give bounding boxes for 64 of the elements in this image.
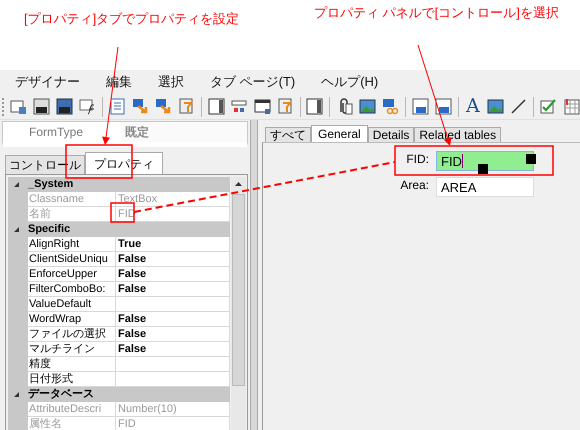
tree-icon[interactable] xyxy=(230,98,248,115)
property-value[interactable]: False xyxy=(116,327,230,342)
database-icon[interactable] xyxy=(33,98,50,115)
table-icon[interactable] xyxy=(563,98,580,115)
resize-handle[interactable] xyxy=(526,154,536,164)
text-field[interactable]: AREA xyxy=(436,177,534,197)
function-icon[interactable] xyxy=(79,98,96,115)
property-name: Classname xyxy=(28,192,116,207)
property-name: WordWrap xyxy=(28,312,116,327)
arrow-icon[interactable] xyxy=(132,98,149,115)
property-value[interactable]: False xyxy=(116,252,230,267)
page-tab[interactable]: すべて xyxy=(265,127,311,142)
property-name: 名前 xyxy=(28,207,116,222)
image-icon[interactable] xyxy=(358,98,376,115)
field-label: Area: xyxy=(399,177,429,194)
property-value[interactable]: False xyxy=(116,342,230,357)
property-value[interactable]: True xyxy=(116,237,230,252)
image-icon[interactable] xyxy=(487,98,504,115)
page-tab[interactable]: Details xyxy=(368,127,414,142)
filter-icon[interactable] xyxy=(178,98,195,115)
annotation-text: プロパティ パネルで[コントロール]を選択 xyxy=(314,4,559,22)
database-icon[interactable] xyxy=(56,98,74,115)
property-name: ClientSideUniqu xyxy=(28,252,116,267)
panel-icon[interactable] xyxy=(208,98,224,115)
menu-item[interactable]: ヘルプ(H) xyxy=(318,71,382,93)
property-name: ValueDefault xyxy=(28,297,116,312)
property-value[interactable]: False xyxy=(116,312,230,327)
property-value[interactable]: False xyxy=(116,282,230,297)
page-tab[interactable]: General xyxy=(311,125,368,142)
list-icon[interactable] xyxy=(108,98,126,115)
menu-item[interactable]: タブ ページ(T) xyxy=(207,71,298,93)
property-name: マルチライン xyxy=(28,342,116,357)
form-icon[interactable] xyxy=(434,98,452,115)
property-name: 属性名 xyxy=(28,417,116,430)
property-name: 日付形式 xyxy=(28,372,116,387)
scroll-thumb[interactable] xyxy=(232,194,245,386)
property-name: AttributeDescri xyxy=(28,402,116,417)
textbox-icon[interactable] xyxy=(10,98,28,115)
menu-item[interactable]: 選択 xyxy=(155,71,187,93)
property-name: AlignRight xyxy=(28,237,116,252)
field-label: FID: xyxy=(405,151,429,168)
panel-icon[interactable] xyxy=(306,98,324,115)
link-icon[interactable] xyxy=(382,98,399,115)
window-icon[interactable] xyxy=(254,98,270,115)
text-field[interactable]: FID xyxy=(436,151,534,171)
text-tool[interactable]: A xyxy=(464,98,482,115)
text-cursor xyxy=(462,154,463,168)
property-value[interactable]: False xyxy=(116,267,230,282)
form-icon[interactable] xyxy=(412,98,429,115)
property-name: FormType xyxy=(28,124,84,141)
property-value: 既定 xyxy=(121,122,247,142)
resize-handle[interactable] xyxy=(478,164,488,174)
menu-item[interactable]: デザイナー xyxy=(12,71,83,93)
property-name: ファイルの選択 xyxy=(28,327,116,342)
property-name: FilterComboBo: xyxy=(28,282,116,297)
filter-icon[interactable] xyxy=(276,98,294,115)
property-name: EnforceUpper xyxy=(28,267,116,282)
annotation-text: [プロパティ]タブでプロパティを設定 xyxy=(24,10,240,28)
line-icon[interactable] xyxy=(510,98,528,115)
property-name: 精度 xyxy=(28,357,116,372)
arrow-icon[interactable] xyxy=(154,98,172,115)
scrollbar[interactable] xyxy=(231,177,246,430)
checkbox-icon[interactable] xyxy=(540,98,558,115)
toolbar-grip[interactable] xyxy=(2,98,4,116)
